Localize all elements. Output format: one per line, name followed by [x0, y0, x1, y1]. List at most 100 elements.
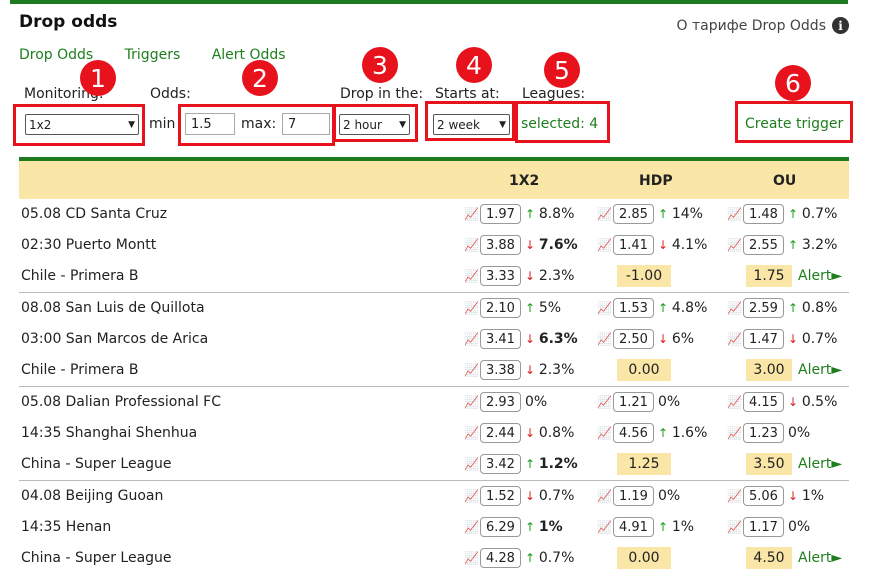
odds-value[interactable]: 3.88 [480, 235, 521, 255]
odds-value[interactable]: 6.29 [480, 517, 521, 537]
odds-value[interactable]: 1.21 [613, 392, 654, 412]
odds-value[interactable]: 1.48 [743, 204, 784, 224]
table-row[interactable]: 04.08 Beijing Guoan 📈 1.52 ↓ 0.7% 📈 1.19 0% 📈 5.… [19, 481, 849, 512]
odds-value[interactable]: 2.85 [613, 204, 654, 224]
tariff-link[interactable]: О тарифе Drop Odds i [677, 17, 849, 34]
monitoring-select[interactable]: 1x2 ▼ [25, 114, 139, 135]
odds-value[interactable]: 4.91 [613, 517, 654, 537]
chevron-down-icon[interactable]: ▼ [128, 120, 135, 130]
chart-icon[interactable]: 📈 [727, 207, 743, 221]
tab-triggers[interactable]: Triggers [125, 47, 181, 63]
odds-value[interactable]: 1.17 [743, 517, 784, 537]
odds-value[interactable]: 3.42 [480, 454, 521, 474]
chart-icon[interactable]: 📈 [597, 426, 613, 440]
table-row[interactable]: Chile - Primera B 📈 3.33 ↓ 2.3% -1.00 1.75 Ale… [19, 261, 849, 292]
chart-icon[interactable]: 📈 [597, 489, 613, 503]
alert-link[interactable]: Alert► [798, 456, 842, 472]
odds-value[interactable]: 1.47 [743, 329, 784, 349]
odds-value[interactable]: 2.55 [743, 235, 784, 255]
odds-change-percent: 1.2% [538, 456, 578, 472]
leagues-selected-link[interactable]: selected: 4 [521, 116, 598, 132]
chart-icon[interactable]: 📈 [464, 207, 480, 221]
chart-icon[interactable]: 📈 [464, 269, 480, 283]
chart-icon[interactable]: 📈 [464, 489, 480, 503]
odds-value[interactable]: 1.53 [613, 298, 654, 318]
table-row[interactable]: 14:35 Henan 📈 6.29 ↑ 1% 📈 4.91 ↑ 1% 📈 1.17 0% [19, 512, 849, 543]
odds-change-percent: 2.3% [538, 362, 575, 378]
alert-link[interactable]: Alert► [798, 268, 842, 284]
chart-icon[interactable]: 📈 [727, 489, 743, 503]
table-row[interactable]: 05.08 CD Santa Cruz 📈 1.97 ↑ 8.8% 📈 2.85 ↑ 14%… [19, 199, 849, 230]
chart-icon[interactable]: 📈 [597, 520, 613, 534]
odds-value[interactable]: 4.28 [480, 548, 521, 568]
odds-value[interactable]: 3.33 [480, 266, 521, 286]
chart-icon[interactable]: 📈 [597, 301, 613, 315]
chart-icon[interactable]: 📈 [464, 551, 480, 565]
chart-icon[interactable]: 📈 [464, 238, 480, 252]
chart-icon[interactable]: 📈 [597, 207, 613, 221]
chart-icon[interactable]: 📈 [727, 301, 743, 315]
tariff-link-label[interactable]: О тарифе Drop Odds [677, 18, 826, 34]
odds-value[interactable]: 2.59 [743, 298, 784, 318]
row-name: 14:35 Shanghai Shenhua [21, 425, 198, 441]
table-row[interactable]: 03:00 San Marcos de Arica 📈 3.41 ↓ 6.3% 📈 2.5… [19, 324, 849, 355]
table-row[interactable]: Chile - Primera B 📈 3.38 ↓ 2.3% 0.00 3.00 Aler… [19, 355, 849, 386]
chart-icon[interactable]: 📈 [727, 238, 743, 252]
chevron-down-icon[interactable]: ▼ [399, 120, 406, 130]
odds-value[interactable]: 1.19 [613, 486, 654, 506]
row-name: 05.08 CD Santa Cruz [21, 206, 168, 222]
table-row[interactable]: 05.08 Dalian Professional FC 📈 2.93 0% 📈 1.21… [19, 387, 849, 418]
chart-icon[interactable]: 📈 [597, 395, 613, 409]
odds-value[interactable]: 1.23 [743, 423, 784, 443]
odds-value[interactable]: 2.10 [480, 298, 521, 318]
chart-icon[interactable]: 📈 [727, 395, 743, 409]
chart-icon[interactable]: 📈 [464, 301, 480, 315]
chart-icon[interactable]: 📈 [727, 426, 743, 440]
chart-icon[interactable]: 📈 [464, 520, 480, 534]
odds-value[interactable]: 1.41 [613, 235, 654, 255]
monitoring-select-value[interactable]: 1x2 [29, 118, 51, 132]
odds-cell: 📈 4.56 ↑ 1.6% [597, 422, 707, 444]
max-odds-input[interactable]: 7 [282, 113, 330, 135]
alert-link[interactable]: Alert► [798, 550, 842, 566]
chart-icon[interactable]: 📈 [464, 457, 480, 471]
chart-icon[interactable]: 📈 [464, 395, 480, 409]
odds-value[interactable]: 2.93 [480, 392, 521, 412]
info-icon[interactable]: i [832, 17, 849, 34]
odds-value[interactable]: 1.52 [480, 486, 521, 506]
chart-icon[interactable]: 📈 [464, 332, 480, 346]
chart-icon[interactable]: 📈 [464, 363, 480, 377]
odds-value[interactable]: 2.50 [613, 329, 654, 349]
drop-window-select[interactable]: 2 hour ▼ [339, 114, 410, 135]
alert-link[interactable]: Alert► [798, 362, 842, 378]
starts-at-select[interactable]: 2 week ▼ [433, 114, 510, 135]
starts-at-select-value[interactable]: 2 week [437, 118, 480, 132]
min-odds-input[interactable]: 1.5 [185, 113, 235, 135]
odds-value[interactable]: 2.44 [480, 423, 521, 443]
odds-value[interactable]: 4.56 [613, 423, 654, 443]
chart-icon[interactable]: 📈 [597, 238, 613, 252]
odds-value[interactable]: 3.38 [480, 360, 521, 380]
chart-icon[interactable]: 📈 [727, 332, 743, 346]
odds-value[interactable]: 4.15 [743, 392, 784, 412]
table-row[interactable]: 14:35 Shanghai Shenhua 📈 2.44 ↓ 0.8% 📈 4.56 ↑ … [19, 418, 849, 449]
odds-move: ↑ 1.2% [525, 456, 578, 472]
table-row[interactable]: China - Super League 📈 3.42 ↑ 1.2% 1.25 3.50 A… [19, 449, 849, 480]
chart-icon[interactable]: 📈 [727, 520, 743, 534]
create-trigger-button[interactable]: Create trigger [745, 116, 843, 132]
odds-value[interactable]: 1.97 [480, 204, 521, 224]
drop-window-select-value[interactable]: 2 hour [343, 118, 382, 132]
chart-icon[interactable]: 📈 [464, 426, 480, 440]
odds-value[interactable]: 5.06 [743, 486, 784, 506]
arrow-up-icon: ↑ [657, 520, 672, 534]
tab-alert-odds[interactable]: Alert Odds [212, 47, 286, 63]
table-row[interactable]: China - Super League 📈 4.28 ↑ 0.7% 0.00 4.50 A… [19, 543, 849, 574]
odds-value[interactable]: 3.41 [480, 329, 521, 349]
table-row[interactable]: 02:30 Puerto Montt 📈 3.88 ↓ 7.6% 📈 1.41 ↓ 4.1%… [19, 230, 849, 261]
odds-move: 0% [525, 394, 547, 410]
chart-icon[interactable]: 📈 [597, 332, 613, 346]
odds-move: ↓ 2.3% [525, 268, 574, 284]
chevron-down-icon[interactable]: ▼ [499, 120, 506, 130]
tab-drop-odds[interactable]: Drop Odds [19, 47, 93, 63]
table-row[interactable]: 08.08 San Luis de Quillota 📈 2.10 ↑ 5% 📈 1.53… [19, 293, 849, 324]
